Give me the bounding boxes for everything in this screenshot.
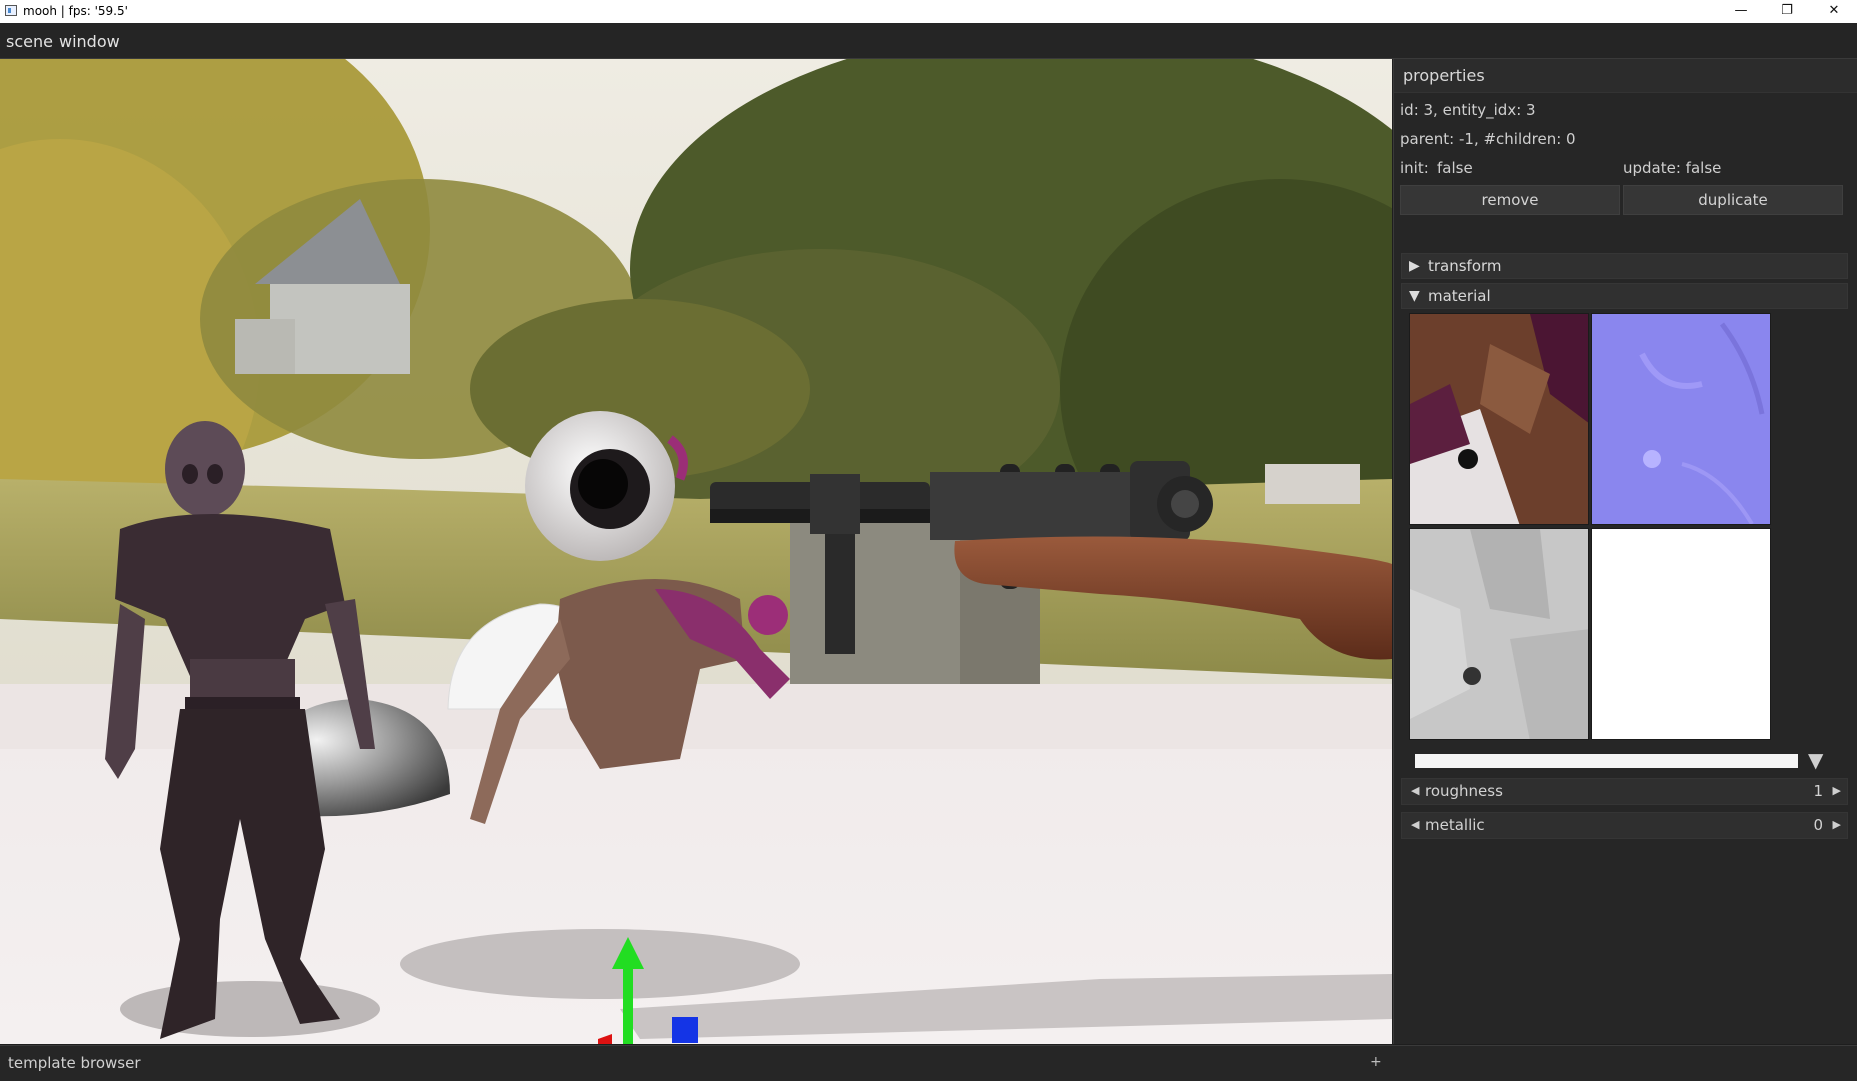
occlusion-texture-image bbox=[1410, 529, 1588, 739]
roughness-label: roughness bbox=[1425, 782, 1503, 800]
collapse-arrow-icon: ▼ bbox=[1409, 288, 1420, 304]
transform-label: transform bbox=[1428, 257, 1502, 275]
properties-header[interactable]: properties bbox=[1394, 59, 1857, 93]
roughness-slider[interactable]: ◀ roughness 1 ▶ bbox=[1401, 778, 1848, 805]
material-section-header[interactable]: ▼ material bbox=[1401, 283, 1848, 309]
roughness-value: 1 bbox=[1813, 782, 1823, 800]
init-label: init: bbox=[1400, 159, 1429, 177]
decrement-arrow-icon[interactable]: ◀ bbox=[1411, 818, 1419, 831]
decrement-arrow-icon[interactable]: ◀ bbox=[1411, 784, 1419, 797]
menu-bar: scene window bbox=[0, 23, 1857, 59]
app-icon bbox=[5, 5, 17, 16]
albedo-texture-thumbnail[interactable] bbox=[1409, 313, 1589, 525]
dropdown-arrow-icon[interactable]: ▼ bbox=[1808, 750, 1823, 770]
properties-panel: properties id: 3, entity_idx: 3 parent: … bbox=[1393, 59, 1857, 1044]
entity-id-text: id: 3, entity_idx: 3 bbox=[1400, 101, 1536, 119]
menu-scene[interactable]: scene bbox=[6, 32, 53, 51]
scene-render bbox=[0, 59, 1392, 1044]
template-browser-label: template browser bbox=[8, 1054, 141, 1072]
increment-arrow-icon[interactable]: ▶ bbox=[1833, 784, 1841, 797]
minimize-button[interactable]: — bbox=[1718, 0, 1764, 23]
duplicate-button[interactable]: duplicate bbox=[1623, 185, 1843, 215]
metallic-slider[interactable]: ◀ metallic 0 ▶ bbox=[1401, 812, 1848, 839]
texture-select-field[interactable] bbox=[1415, 754, 1798, 768]
menu-window[interactable]: window bbox=[59, 32, 120, 51]
expand-arrow-icon: ▶ bbox=[1409, 258, 1420, 274]
init-value: false bbox=[1437, 159, 1473, 177]
blank-texture-thumbnail[interactable] bbox=[1591, 528, 1771, 740]
increment-arrow-icon[interactable]: ▶ bbox=[1833, 818, 1841, 831]
albedo-texture-image bbox=[1410, 314, 1588, 524]
add-icon[interactable]: + bbox=[1370, 1054, 1382, 1070]
normal-texture-image bbox=[1592, 314, 1770, 524]
close-button[interactable]: ✕ bbox=[1811, 0, 1857, 23]
material-label: material bbox=[1428, 287, 1491, 305]
restore-button[interactable]: ❐ bbox=[1764, 0, 1810, 23]
parent-children-text: parent: -1, #children: 0 bbox=[1400, 130, 1576, 148]
template-browser-bar[interactable]: template browser + bbox=[0, 1045, 1857, 1081]
properties-title: properties bbox=[1403, 66, 1485, 85]
update-text: update: false bbox=[1623, 159, 1722, 177]
remove-button[interactable]: remove bbox=[1400, 185, 1620, 215]
title-bar: mooh | fps: '59.5' — ❐ ✕ bbox=[0, 0, 1857, 23]
occlusion-texture-thumbnail[interactable] bbox=[1409, 528, 1589, 740]
window-title: mooh | fps: '59.5' bbox=[23, 4, 128, 18]
gizmo-z-handle bbox=[672, 1017, 698, 1043]
texture-select[interactable]: ▼ bbox=[1415, 749, 1837, 774]
metallic-label: metallic bbox=[1425, 816, 1485, 834]
scene-viewport[interactable] bbox=[0, 59, 1392, 1044]
metallic-value: 0 bbox=[1813, 816, 1823, 834]
transform-section-header[interactable]: ▶ transform bbox=[1401, 253, 1848, 279]
normal-texture-thumbnail[interactable] bbox=[1591, 313, 1771, 525]
